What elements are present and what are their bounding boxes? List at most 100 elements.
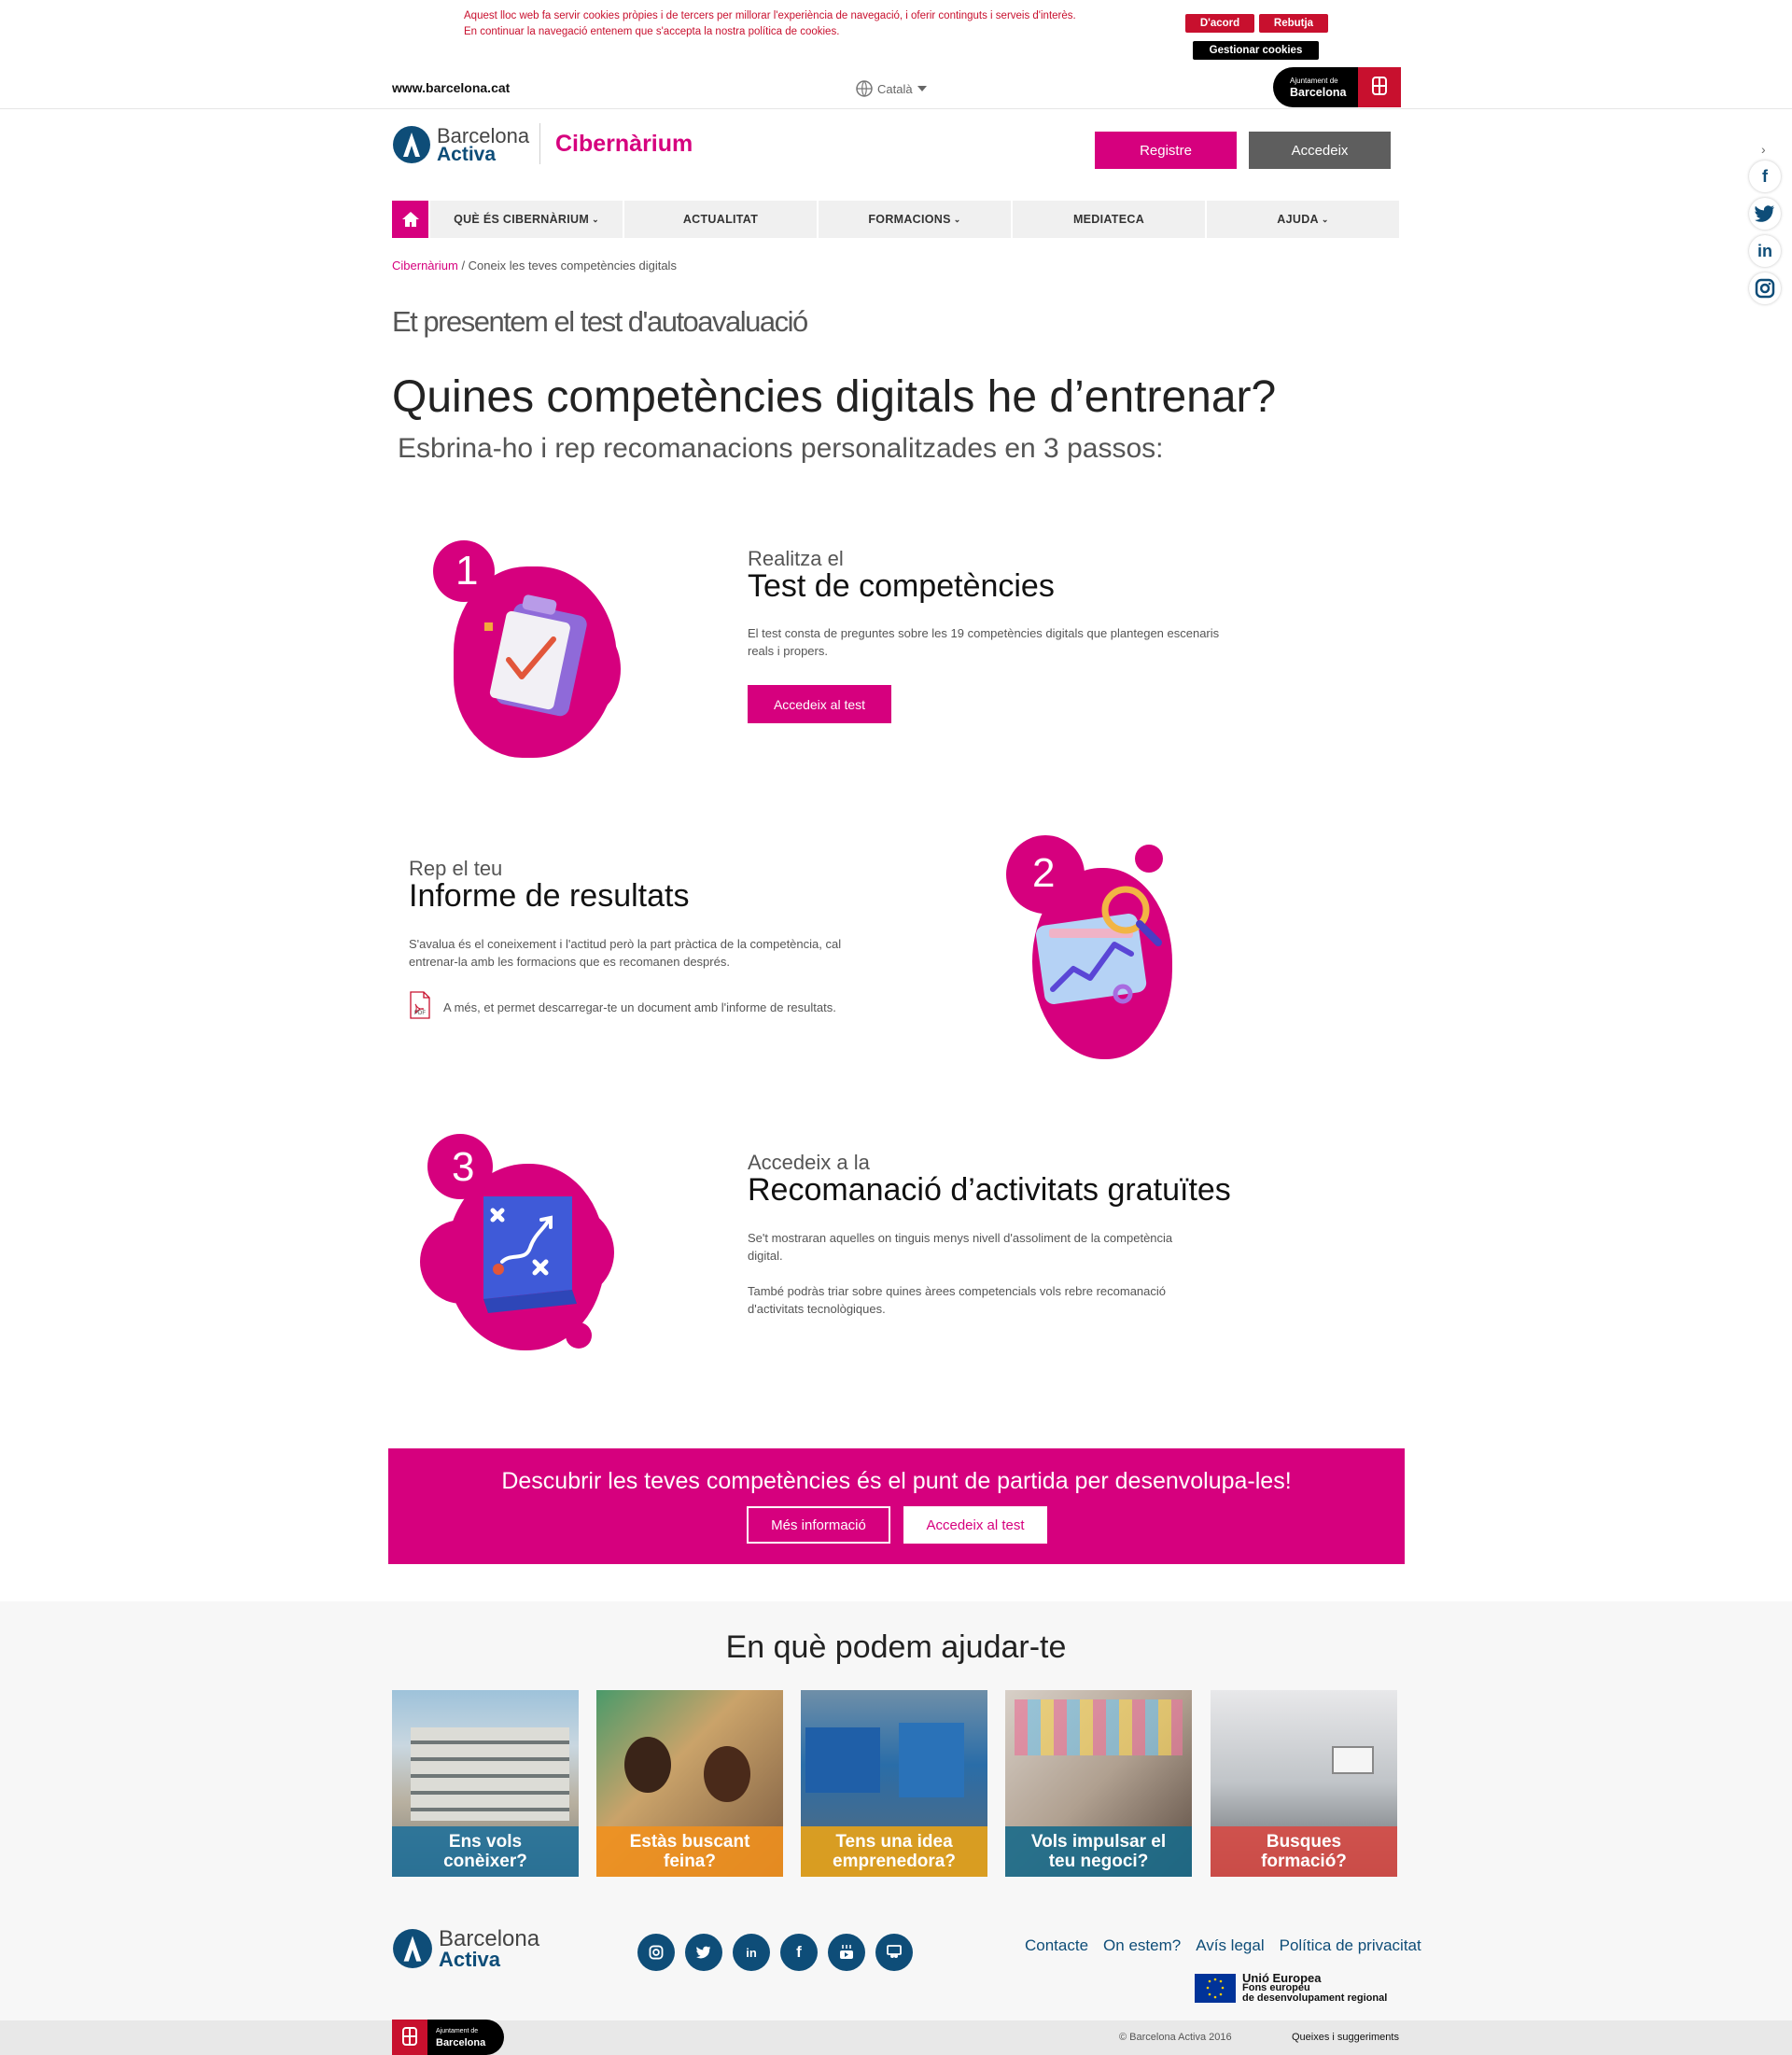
help-card-coneixer[interactable]: Ens vols conèixer? — [392, 1690, 579, 1877]
footer-logo-text-2: Activa — [439, 1948, 501, 1971]
barcelona-activa-logo-icon[interactable] — [392, 125, 431, 169]
complaints-link[interactable]: Queixes i suggeriments — [1292, 2032, 1399, 2043]
language-selector[interactable]: Català — [856, 80, 927, 97]
help-card-label: Ens vols conèixer? — [392, 1826, 579, 1877]
eu-text: Unió Europea Fons europeu de desenvolupa… — [1242, 1972, 1388, 2004]
card-line-2: emprenedora? — [833, 1852, 956, 1871]
card-line-1: Ens vols — [448, 1832, 523, 1852]
card-line-1: Estàs buscant — [629, 1832, 750, 1852]
eu-flag-icon — [1195, 1974, 1236, 2003]
ajuntament-small: Ajuntament de — [1290, 77, 1338, 85]
language-label: Català — [877, 81, 913, 96]
twitter-icon[interactable] — [1749, 198, 1781, 230]
footer-ajuntament-logo[interactable]: Ajuntament de Barcelona — [392, 2020, 504, 2055]
footer-link-privacitat[interactable]: Política de privacitat — [1280, 1936, 1421, 1955]
help-card-label: Estàs buscant feina? — [596, 1826, 783, 1877]
step-2-title: Informe de resultats — [409, 878, 690, 914]
home-button[interactable] — [392, 201, 428, 238]
footer-aj-small: Ajuntament de — [436, 2028, 479, 2034]
help-card-emprenedora[interactable]: Tens una idea emprenedora? — [801, 1690, 987, 1877]
copyright: © Barcelona Activa 2016 — [1119, 2032, 1232, 2043]
step-3-illustration: 3 — [418, 1131, 642, 1364]
footer-link-contacte[interactable]: Contacte — [1025, 1936, 1088, 1955]
card-line-2: feina? — [664, 1852, 716, 1871]
step-1-title: Test de competències — [748, 568, 1055, 604]
cookie-accept-button[interactable]: D'acord — [1185, 14, 1254, 33]
header-divider — [0, 108, 1792, 109]
step-1-test-button[interactable]: Accedeix al test — [748, 685, 891, 723]
footer-instagram-icon[interactable] — [637, 1934, 675, 1971]
footer-facebook-icon[interactable]: f — [780, 1934, 818, 1971]
ajuntament-logo[interactable]: Ajuntament de Barcelona — [1273, 67, 1401, 107]
nav-label: ACTUALITAT — [682, 213, 759, 226]
footer-slideshare-icon[interactable] — [875, 1934, 913, 1971]
nav-mediateca[interactable]: MEDIATECA — [1013, 201, 1205, 238]
barcelona-link[interactable]: www.barcelona.cat — [392, 80, 510, 95]
footer-link-on-estem[interactable]: On estem? — [1103, 1936, 1181, 1955]
step-1-desc: El test consta de preguntes sobre les 19… — [748, 626, 1220, 658]
footer-link-avis-legal[interactable]: Avís legal — [1196, 1936, 1264, 1955]
pdf-label: PDF — [414, 1011, 426, 1016]
footer-linkedin-icon[interactable]: in — [733, 1934, 770, 1971]
help-card-formacio[interactable]: Busques formació? — [1211, 1690, 1397, 1877]
breadcrumb-home[interactable]: Cibernàrium — [392, 259, 458, 273]
help-title: En què podem ajudar-te — [725, 1629, 1067, 1665]
logo-divider — [539, 123, 540, 164]
card-line-2: conèixer? — [443, 1852, 527, 1871]
barcelona-shield-icon — [392, 2020, 427, 2055]
help-card-negoci[interactable]: Vols impulsar el teu negoci? — [1005, 1690, 1192, 1877]
linkedin-icon[interactable]: in — [1749, 235, 1781, 267]
cookie-reject-button[interactable]: Rebutja — [1259, 14, 1328, 33]
pdf-icon[interactable]: PDF — [409, 991, 431, 1019]
nav-label: MEDIATECA — [1072, 213, 1145, 226]
ajuntament-big: Barcelona — [1290, 86, 1347, 99]
banner-test-button[interactable]: Accedeix al test — [903, 1506, 1047, 1544]
footer-twitter-icon[interactable] — [685, 1934, 722, 1971]
chevron-right-icon[interactable]: › — [1761, 142, 1766, 157]
nav-que-es-cibernarium[interactable]: QUÈ ÉS CIBERNÀRIUM ⌄ — [430, 201, 623, 238]
login-button[interactable]: Accedeix — [1249, 132, 1391, 169]
cookie-notice: Aquest lloc web fa servir cookies pròpie… — [464, 8, 1164, 40]
step-3-desc-2: També podràs triar sobre quines àrees co… — [748, 1284, 1166, 1316]
main-nav: QUÈ ÉS CIBERNÀRIUM ⌄ ACTUALITAT FORMACION… — [392, 201, 1399, 238]
nav-label: FORMACIONS — [868, 213, 951, 226]
card-line-1: Busques — [1266, 1832, 1342, 1852]
nav-ajuda[interactable]: AJUDA ⌄ — [1207, 201, 1399, 238]
nav-label: QUÈ ÉS CIBERNÀRIUM — [454, 213, 590, 226]
cookie-manage-button[interactable]: Gestionar cookies — [1193, 41, 1319, 60]
nav-actualitat[interactable]: ACTUALITAT — [624, 201, 817, 238]
cibernarium-logo[interactable]: Cibernàrium — [555, 131, 693, 158]
card-line-1: Vols impulsar el — [1030, 1832, 1167, 1852]
help-card-label: Tens una idea emprenedora? — [801, 1826, 987, 1877]
footer-logo-icon[interactable] — [392, 1928, 433, 1974]
more-info-button[interactable]: Més informació — [747, 1506, 890, 1544]
help-card-feina[interactable]: Estàs buscant feina? — [596, 1690, 783, 1877]
facebook-icon[interactable]: f — [1749, 161, 1781, 192]
step-1-number: 1 — [455, 548, 479, 594]
card-line-2: formació? — [1261, 1852, 1347, 1871]
cookie-text-2: En continuar la navegació entenem que s'… — [464, 26, 840, 37]
step-2-desc: S'avalua és el coneixement i l'actitud p… — [409, 937, 842, 969]
step-2-illustration: 2 — [1004, 835, 1210, 1078]
breadcrumb-current: / Coneix les teves competències digitals — [461, 259, 677, 273]
card-line-1: Tens una idea — [835, 1832, 953, 1852]
breadcrumb: Cibernàrium / Coneix les teves competènc… — [392, 259, 677, 273]
step-1-illustration: 1 — [411, 538, 635, 762]
analytics-chart-icon — [1035, 886, 1162, 1004]
logo-text-2: Activa — [437, 144, 497, 165]
instagram-icon[interactable] — [1749, 273, 1781, 304]
footer-bottom-bar — [0, 2020, 1792, 2055]
clipboard-icon — [484, 594, 587, 717]
nav-formacions[interactable]: FORMACIONS ⌄ — [819, 201, 1011, 238]
chevron-down-icon: ⌄ — [592, 214, 599, 224]
footer-aj-big: Barcelona — [436, 2037, 486, 2048]
eu-line-3: de desenvolupament regional — [1242, 1992, 1388, 2004]
card-line-2: teu negoci? — [1048, 1852, 1149, 1871]
step-3-title: Recomanació d’activitats gratuïtes — [748, 1172, 1231, 1208]
help-card-label: Busques formació? — [1211, 1826, 1397, 1877]
cta-banner-text: Descubrir les teves competències és el p… — [501, 1468, 1292, 1494]
barcelona-shield-icon — [1358, 67, 1401, 107]
strategy-board-icon — [483, 1196, 577, 1313]
register-button[interactable]: Registre — [1095, 132, 1237, 169]
footer-youtube-icon[interactable] — [828, 1934, 865, 1971]
